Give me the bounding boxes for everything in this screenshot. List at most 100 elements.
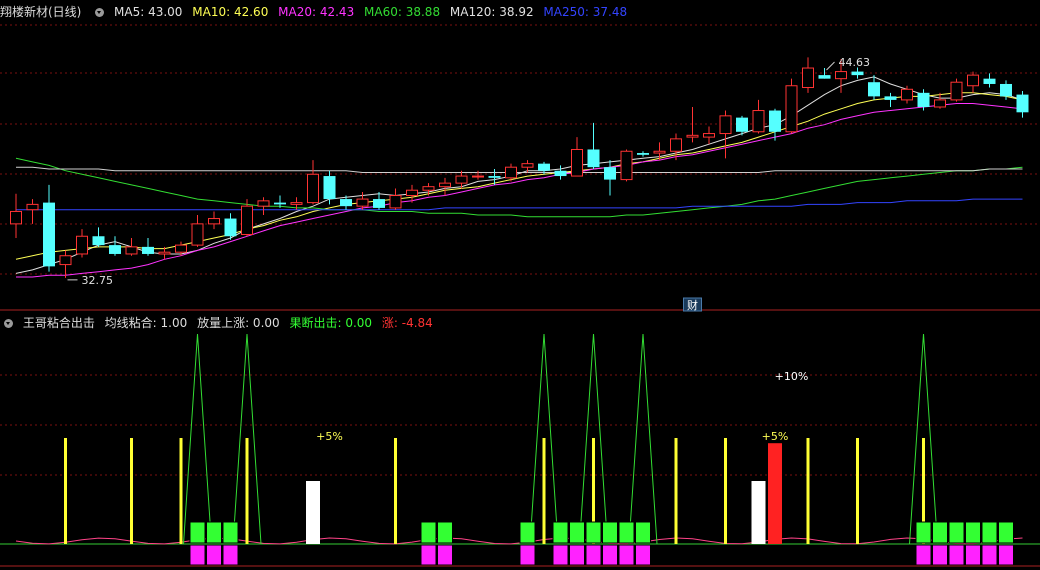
candle-body [620,150,633,181]
legend-ma10: MA10: 42.60 [192,5,269,19]
candle-body [1016,94,1029,113]
candle-body [785,85,798,133]
candle-body [818,75,831,79]
indicator-param4: 涨: -4.84 [381,316,433,330]
indicator-magenta-block [206,544,222,566]
candle-body [554,170,567,177]
candle-body [802,67,814,89]
indicator-white-bar [306,481,320,544]
candle-body [257,200,270,207]
candle-body [125,246,138,255]
candle-body [983,78,996,84]
indicator-green-block [569,521,585,544]
candle-body [950,81,963,101]
indicator-magenta-block [420,544,437,566]
indicator-magenta-block [965,544,981,566]
candle-body [686,134,699,138]
indicator-white-bar [751,481,766,544]
legend-ma120: MA120: 38.92 [449,5,534,19]
candle-body [175,244,187,253]
candle-body [76,235,88,255]
candle-body [505,166,517,179]
indicator-magenta-block [915,544,932,566]
legend-ma20: MA20: 42.43 [278,5,355,19]
ma-line-ma120 [16,166,1023,173]
indicator-green-block [981,521,998,544]
ma-line-ma250 [16,198,1023,211]
indicator-green-block [206,521,222,544]
indicator-magenta-block [552,544,569,566]
candle-body [769,110,781,132]
candle-body [637,153,649,155]
indicator-wave-line [15,537,1023,545]
indicator-green-block [552,521,569,544]
candle-body [538,163,550,171]
indicator-magenta-block [585,544,602,566]
candle-body [670,138,682,152]
indicator-label: +5% [762,430,789,443]
candle-body [323,176,336,200]
stock-title[interactable]: 翔楼新材(日线) [0,5,81,19]
indicator-magenta-block [998,544,1014,566]
indicator-param1: 均线粘合: 1.00 [104,316,188,330]
candle-body [373,199,385,208]
ma-line-ma5 [15,76,1023,274]
candle-body [934,99,946,108]
candle-body [719,115,732,135]
indicator-green-block [618,521,635,544]
indicator-magenta-block [981,544,998,566]
candle-body [1000,83,1012,97]
candle-body [389,195,402,209]
dropdown-icon[interactable] [4,319,13,328]
candle-body [208,218,220,225]
candle-body [290,202,303,205]
candle-body [92,236,105,246]
main-chart-header: 翔楼新材(日线) MA5: 43.00 MA10: 42.60 MA20: 42… [0,1,633,23]
indicator-header: 王哥粘合出击 均线粘合: 1.00 放量上涨: 0.00 果断出击: 0.00 … [0,312,439,334]
candle-body [26,203,39,211]
candle-body [604,167,616,180]
ma-line-ma10 [15,92,1023,260]
indicator-green-peak [183,333,212,545]
candle-body [835,71,847,80]
candle-body [472,175,484,178]
candle-body [307,173,319,204]
candle-body [587,149,600,168]
candle-body [241,205,253,235]
indicator-name[interactable]: 王哥粘合出击 [23,316,95,330]
candle-body [158,251,171,255]
candle-body [10,210,22,225]
indicator-green-block [437,521,453,544]
indicator-magenta-block [189,544,206,566]
indicator-magenta-block [635,544,651,566]
candle-body [59,255,72,266]
indicator-green-peak [628,333,658,545]
indicator-magenta-block [602,544,618,566]
indicator-param2: 放量上涨: 0.00 [197,316,280,330]
annotation-high-label: 44.63 [839,56,871,69]
indicator-green-block [635,521,651,544]
indicator-green-block [948,521,965,544]
candle-body [851,71,864,76]
indicator-red-bar [768,443,782,544]
ma-line-ma20 [16,103,1023,278]
candle-body [571,148,583,177]
candle-body [752,110,765,133]
indicator-param3: 果断出击: 0.00 [289,316,373,330]
candle-body [736,117,748,132]
indicator-label: +10% [775,370,809,383]
indicator-green-block [602,521,618,544]
dropdown-icon[interactable] [95,8,105,17]
indicator-magenta-block [222,544,239,566]
candle-body [703,133,715,138]
event-marker-label: 财 [687,298,698,312]
candle-body [224,218,237,237]
candle-body [967,74,979,87]
candle-body [340,199,352,207]
indicator-magenta-block [932,544,948,566]
indicator-magenta-block [618,544,635,566]
candle-body [356,198,369,207]
candle-body [868,82,880,97]
candle-body [455,175,468,184]
indicator-green-block [915,521,932,544]
